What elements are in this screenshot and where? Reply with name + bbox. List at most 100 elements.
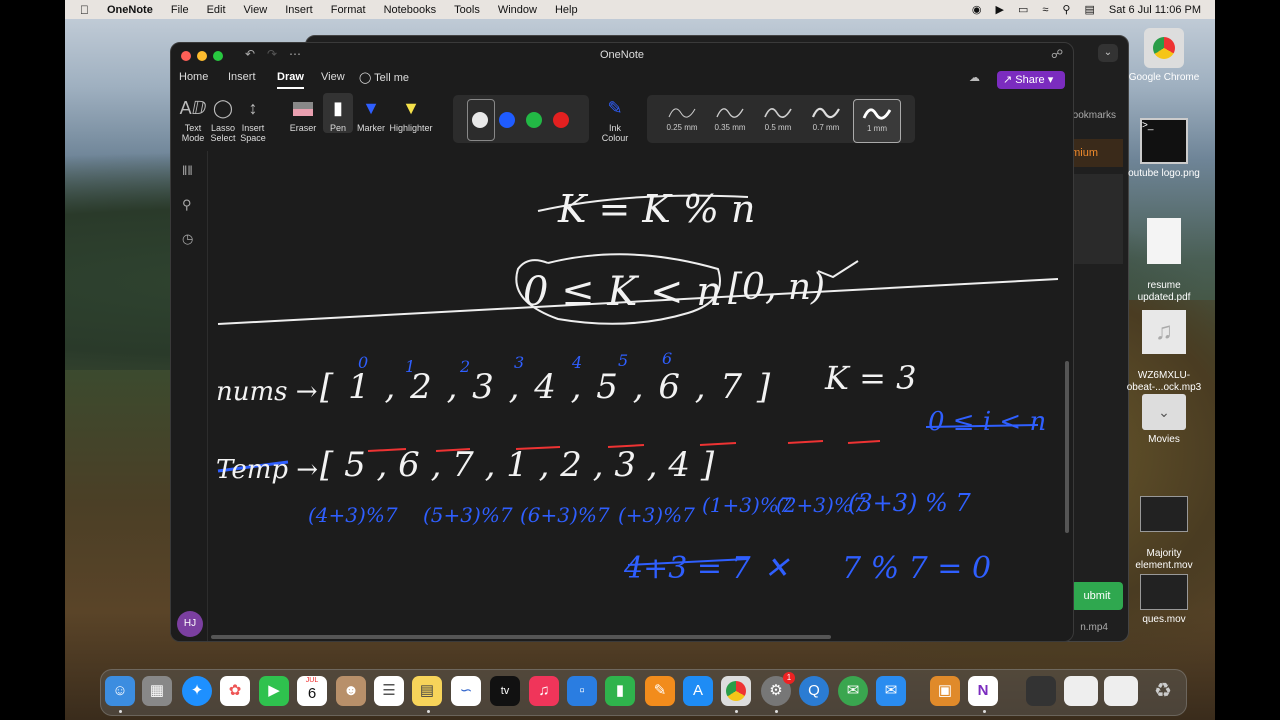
submit-button[interactable]: ubmit (1071, 582, 1123, 610)
desktop-icon-ques[interactable]: ques.mov (1119, 574, 1209, 626)
freeform-icon[interactable]: ∽ (451, 676, 481, 706)
search-icon[interactable]: ⚲ (182, 197, 192, 213)
color-swatch-white[interactable] (472, 112, 488, 128)
link-icon[interactable]: ☍ (1051, 47, 1063, 61)
menu-help[interactable]: Help (555, 4, 578, 16)
desktop-icon-resume[interactable]: resume updated.pdf (1119, 206, 1209, 304)
apple-icon[interactable]:  (80, 3, 89, 17)
lightbulb-icon: ◯ (359, 72, 375, 84)
chrome-icon (1144, 28, 1184, 68)
menu-app-name[interactable]: OneNote (107, 4, 153, 16)
ink-mod-expr: (4+3)%7 (308, 503, 398, 527)
ink-temp-array: [ 5 , 6 , 7 , 1 , 2 , 3 , 4 ] (320, 445, 715, 485)
facetime-icon[interactable]: ▶ (259, 676, 289, 706)
contacts-icon[interactable]: ☻ (336, 676, 366, 706)
apple-tv-icon[interactable]: tv (490, 676, 520, 706)
recent-window-thumbnail[interactable] (1026, 676, 1056, 706)
marker-label: Marker (356, 123, 385, 133)
highlighter-button[interactable]: ▼ Highlighter (387, 93, 435, 133)
photos-icon[interactable]: ✿ (220, 676, 250, 706)
search-icon[interactable]: ⚲ (1062, 3, 1070, 16)
tab-home[interactable]: Home (179, 71, 208, 83)
bookmarks-label[interactable]: ookmarks (1073, 110, 1116, 121)
numbers-icon[interactable]: ▮ (605, 676, 635, 706)
desktop-icon-movies[interactable]: ⌄ Movies (1119, 394, 1209, 446)
horizontal-scrollbar[interactable] (211, 635, 831, 639)
tab-view[interactable]: View (321, 71, 345, 83)
insert-space-button[interactable]: ↕ Insert Space (237, 93, 269, 143)
desktop-icon-mp3[interactable]: ♫ WZ6MXLU- obeat-...ock.mp3 (1119, 298, 1209, 394)
width-option[interactable]: 0.5 mm (755, 99, 801, 141)
menu-notebooks[interactable]: Notebooks (384, 4, 437, 16)
pages-icon[interactable]: ✎ (645, 676, 675, 706)
share-icon: ↗ (1003, 74, 1016, 86)
tell-me-search[interactable]: ◯ Tell me (359, 71, 409, 84)
calendar-icon[interactable]: JUL 6 (297, 676, 327, 706)
desktop-icon-chrome[interactable]: Google Chrome (1119, 28, 1209, 84)
chevron-down-icon[interactable]: ⌄ (1098, 44, 1118, 62)
note-canvas[interactable]: K = K % n 0 ≤ K < n [0, n) nums → [ 1 , … (208, 151, 1063, 633)
music-icon[interactable]: ♫ (529, 676, 559, 706)
tab-insert[interactable]: Insert (228, 71, 256, 83)
text-mode-icon: Aⅅ (179, 98, 207, 118)
width-option-selected[interactable]: 1 mm (853, 99, 901, 143)
mail-icon[interactable]: ✉ (876, 676, 906, 706)
color-swatch-blue[interactable] (499, 112, 515, 128)
record-icon[interactable]: ◉ (972, 3, 982, 16)
marker-button[interactable]: ▼ Marker (355, 93, 387, 133)
safari-icon[interactable]: ✦ (182, 676, 212, 706)
menu-format[interactable]: Format (331, 4, 366, 16)
menu-tools[interactable]: Tools (454, 4, 480, 16)
text-mode-button[interactable]: Aⅅ Text Mode (177, 93, 209, 143)
pen-button[interactable]: ▮ Pen (323, 93, 353, 133)
ink-temp-label: Temp → (216, 455, 319, 485)
recent-file-thumbnail[interactable] (1064, 676, 1098, 706)
ink-nums-label: nums → (216, 377, 318, 407)
running-indicator (735, 710, 738, 713)
battery-icon[interactable]: ▭ (1018, 3, 1028, 16)
wifi-icon[interactable]: ≈ (1042, 4, 1048, 16)
keynote-icon[interactable]: ▫ (567, 676, 597, 706)
launchpad-icon[interactable]: ▦ (142, 676, 172, 706)
eraser-button[interactable]: Eraser (283, 93, 323, 133)
trash-icon[interactable]: ♻ (1148, 676, 1178, 706)
messages-icon[interactable]: ✉ (838, 676, 868, 706)
recent-file-thumbnail[interactable] (1104, 676, 1138, 706)
lasso-select-button[interactable]: ◯ Lasso Select (207, 93, 239, 143)
share-button[interactable]: ↗ Share ▾ (997, 71, 1065, 89)
desktop-icon-majority[interactable]: Majority element.mov (1119, 484, 1209, 572)
menu-view[interactable]: View (244, 4, 268, 16)
width-option[interactable]: 0.7 mm (803, 99, 849, 141)
sync-icon[interactable]: ☁ (969, 71, 980, 84)
chrome-dock-icon[interactable] (721, 676, 751, 706)
desktop-icon-youtube-logo[interactable]: >_ outube logo.png (1119, 118, 1209, 180)
ink-nums-array: [ 1 , 2 , 3 , 4 , 5 , 6 , 7 ] (320, 367, 773, 407)
ink-colour-button[interactable]: ✎ Ink Colour (593, 93, 637, 143)
calendar-month: JUL (305, 677, 319, 684)
notebooks-icon[interactable]: ‖‖ (182, 163, 193, 178)
menu-insert[interactable]: Insert (285, 4, 313, 16)
notes-icon[interactable]: ▤ (412, 676, 442, 706)
preview-icon[interactable]: ▣ (930, 676, 960, 706)
recent-icon[interactable]: ◷ (182, 231, 193, 247)
menu-edit[interactable]: Edit (207, 4, 226, 16)
desktop-icon-label: Majority element.mov (1135, 548, 1193, 571)
color-swatch-green[interactable] (526, 112, 542, 128)
width-option[interactable]: 0.25 mm (659, 99, 705, 141)
menu-window[interactable]: Window (498, 4, 537, 16)
control-center-icon[interactable]: ▤ (1084, 3, 1094, 16)
quicktime-icon[interactable]: Q (799, 676, 829, 706)
menu-file[interactable]: File (171, 4, 189, 16)
clock[interactable]: Sat 6 Jul 11:06 PM (1109, 4, 1201, 16)
color-swatch-red[interactable] (553, 112, 569, 128)
app-store-icon[interactable]: A (683, 676, 713, 706)
avatar[interactable]: HJ (177, 611, 203, 637)
reminders-icon[interactable]: ☰ (374, 676, 404, 706)
width-option[interactable]: 0.35 mm (707, 99, 753, 141)
vertical-scrollbar[interactable] (1065, 361, 1069, 533)
finder-icon[interactable]: ☺ (105, 676, 135, 706)
play-icon[interactable]: ▶ (995, 3, 1003, 16)
terminal-icon: >_ (1140, 118, 1188, 164)
onenote-dock-icon[interactable]: N (968, 676, 998, 706)
tab-draw[interactable]: Draw (277, 71, 304, 89)
